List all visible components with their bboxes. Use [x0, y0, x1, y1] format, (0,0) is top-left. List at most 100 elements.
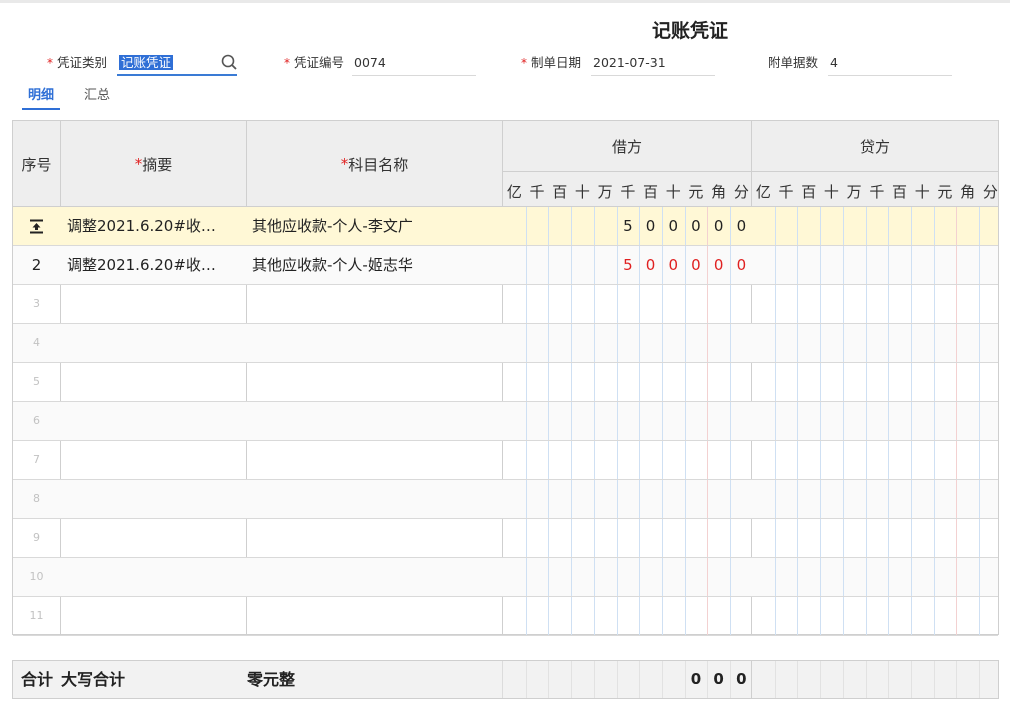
summary-cell[interactable]: [67, 558, 243, 596]
table-row[interactable]: 3: [13, 285, 998, 324]
digit-grid-line: [820, 597, 822, 635]
digit-grid-line: [774, 441, 776, 479]
debit-amount-digit: 0: [691, 256, 701, 274]
account-cell[interactable]: 其他应收款-个人-姬志华: [252, 246, 498, 284]
account-cell[interactable]: [252, 441, 498, 479]
table-row[interactable]: 9: [13, 519, 998, 558]
digit-grid-line: [571, 519, 573, 557]
digit-grid-line: [820, 558, 822, 596]
row-number: 9: [33, 531, 40, 544]
voucher-number-value: 0074: [354, 55, 386, 70]
digit-grid-line: [684, 597, 686, 635]
debit-unit-header: 十: [574, 183, 590, 201]
summary-cell[interactable]: [67, 441, 243, 479]
digit-grid-line: [888, 480, 890, 518]
digit-grid-line: [979, 441, 980, 479]
voucher-date-field: * 制单日期 2021-07-31: [521, 52, 715, 78]
tab-detail[interactable]: 明细: [22, 84, 60, 110]
total-label: 合计: [21, 670, 54, 689]
account-cell[interactable]: [252, 558, 498, 596]
account-cell[interactable]: [252, 480, 498, 518]
voucher-date-input[interactable]: 2021-07-31: [591, 52, 715, 76]
voucher-number-input[interactable]: 0074: [352, 52, 476, 76]
digit-grid-line: [593, 441, 595, 479]
search-icon[interactable]: [220, 53, 240, 73]
summary-cell[interactable]: 调整2021.6.20#收…: [67, 246, 243, 284]
account-cell[interactable]: [252, 519, 498, 557]
digit-grid-line: [525, 363, 527, 401]
digit-grid-line: [865, 661, 867, 698]
summary-cell[interactable]: [67, 324, 243, 362]
digit-grid-line: [820, 480, 822, 518]
header-seq: 序号: [21, 155, 52, 174]
table-row[interactable]: 2 调整2021.6.20#收… 其他应收款-个人-姬志华 5 0 0 0 0 0: [13, 246, 998, 285]
summary-cell[interactable]: 调整2021.6.20#收…: [67, 207, 243, 245]
account-cell[interactable]: [252, 285, 498, 323]
debit-amount-digit: 0: [668, 256, 678, 274]
digit-grid-line: [910, 558, 912, 596]
row-number: 10: [29, 570, 44, 583]
digit-grid-line: [593, 285, 595, 323]
table-row[interactable]: 7: [13, 441, 998, 480]
digit-grid-line: [956, 363, 958, 401]
top-divider: [0, 0, 1010, 3]
summary-cell[interactable]: [67, 597, 243, 635]
digit-grid-line: [639, 363, 641, 401]
digit-grid-line: [661, 441, 663, 479]
digit-grid-line: [979, 246, 980, 284]
digit-grid-line: [730, 402, 731, 440]
account-cell[interactable]: [252, 324, 498, 362]
account-cell[interactable]: [252, 597, 498, 635]
credit-unit-header: 千: [778, 183, 794, 201]
digit-grid-line: [865, 402, 867, 440]
tab-summary[interactable]: 汇总: [82, 84, 112, 110]
digit-grid-line: [661, 558, 663, 596]
digit-grid-line: [661, 402, 663, 440]
summary-cell[interactable]: [67, 402, 243, 440]
digit-grid-line: [979, 661, 980, 698]
digit-grid-line: [956, 402, 958, 440]
digit-grid-line: [571, 285, 573, 323]
table-row[interactable]: 5: [13, 363, 998, 402]
digit-grid-line: [842, 597, 844, 635]
digit-grid-line: [707, 441, 709, 479]
digit-grid-line: [842, 246, 844, 284]
digit-grid-line: [865, 519, 867, 557]
table-header: 序号 * 摘要 * 科目名称 借方 贷方 亿千百十万千百十元角分亿千百十万千百十元角…: [13, 121, 998, 207]
debit-unit-header: 千: [529, 183, 545, 201]
attachments-field: 附单据数 4: [768, 52, 952, 78]
digit-grid-line: [639, 402, 641, 440]
digit-grid-line: [933, 363, 935, 401]
digit-grid-line: [661, 661, 663, 698]
digit-grid-line: [910, 597, 912, 635]
uppercase-total-label: 大写合计: [61, 670, 126, 689]
table-row[interactable]: 11: [13, 597, 998, 636]
digit-grid-line: [616, 661, 618, 698]
credit-unit-header: 分: [982, 183, 998, 201]
digit-grid-line: [616, 363, 618, 401]
insert-row-icon[interactable]: [29, 219, 44, 234]
account-cell[interactable]: 其他应收款-个人-李文广: [252, 207, 498, 245]
table-row[interactable]: 调整2021.6.20#收… 其他应收款-个人-李文广 5 0 0 0 0 0: [13, 207, 998, 246]
table-row[interactable]: 6: [13, 402, 998, 441]
table-row[interactable]: 8: [13, 480, 998, 519]
digit-grid-line: [774, 324, 776, 362]
voucher-type-input[interactable]: 记账凭证: [117, 52, 237, 76]
digit-grid-line: [910, 519, 912, 557]
required-mark: *: [521, 56, 527, 70]
table-row[interactable]: 10: [13, 558, 998, 597]
summary-cell[interactable]: [67, 363, 243, 401]
digit-grid-line: [797, 519, 799, 557]
digit-grid-line: [525, 402, 527, 440]
digit-grid-line: [730, 519, 731, 557]
digit-grid-line: [842, 441, 844, 479]
attachments-input[interactable]: 4: [828, 52, 952, 76]
summary-cell[interactable]: [67, 519, 243, 557]
account-cell[interactable]: [252, 402, 498, 440]
summary-cell[interactable]: [67, 480, 243, 518]
digit-grid-line: [707, 363, 709, 401]
table-row[interactable]: 4: [13, 324, 998, 363]
account-cell[interactable]: [252, 363, 498, 401]
summary-cell[interactable]: [67, 285, 243, 323]
digit-grid-line: [730, 363, 731, 401]
